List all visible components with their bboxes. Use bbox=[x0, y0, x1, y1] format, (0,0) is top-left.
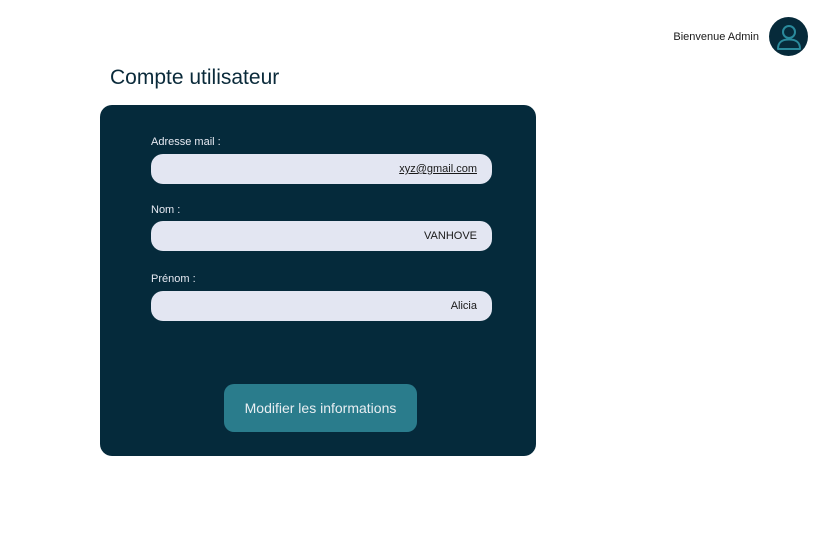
email-label: Adresse mail : bbox=[151, 136, 221, 148]
user-icon bbox=[776, 24, 801, 50]
prenom-label: Prénom : bbox=[151, 273, 196, 285]
page: Bienvenue Admin Compte utilisateur Adres… bbox=[0, 0, 817, 554]
prenom-field[interactable] bbox=[151, 291, 492, 321]
nom-field[interactable] bbox=[151, 221, 492, 251]
user-header: Bienvenue Admin bbox=[673, 17, 808, 56]
account-form-card: Adresse mail : Nom : Prénom : Modifier l… bbox=[100, 105, 536, 456]
email-field[interactable] bbox=[151, 154, 492, 184]
welcome-text: Bienvenue Admin bbox=[673, 30, 759, 43]
page-title: Compte utilisateur bbox=[110, 66, 280, 89]
nom-label: Nom : bbox=[151, 204, 181, 216]
modify-info-button[interactable]: Modifier les informations bbox=[224, 384, 417, 432]
user-avatar-icon[interactable] bbox=[769, 17, 808, 56]
